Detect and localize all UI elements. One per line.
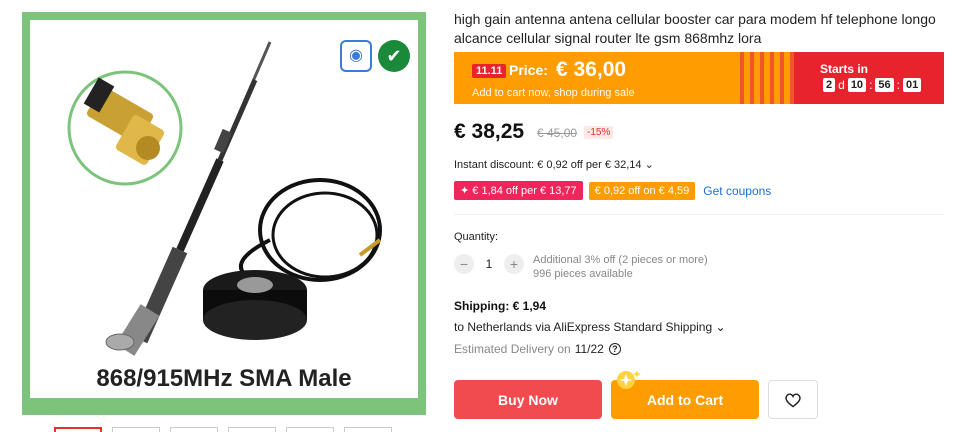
sale-badge: 11.11	[472, 64, 507, 78]
thumbnail[interactable]	[228, 427, 276, 432]
signal-badge-icon: ◉	[340, 40, 372, 72]
image-caption: 868/915MHz SMA Male	[96, 365, 352, 392]
countdown-days: 2	[823, 78, 836, 92]
thumbnail[interactable]	[54, 427, 102, 432]
discount-badge: -15%	[584, 126, 614, 139]
buy-now-button[interactable]: Buy Now	[454, 380, 602, 419]
instant-discount[interactable]: Instant discount: € 0,92 off per € 32,14…	[454, 158, 654, 171]
divider	[454, 214, 944, 215]
shipping-cost: Shipping: € 1,94	[454, 299, 547, 313]
sale-banner: 11.11 Price: € 36,00 Add to cart now, sh…	[454, 52, 944, 104]
antenna-illustration	[67, 41, 382, 356]
quantity-label: Quantity:	[454, 231, 499, 243]
coupon-tag[interactable]: € 0,92 off on € 4,59	[588, 181, 696, 200]
product-image[interactable]: ◉ ✔ 868/915MHz SMA Male	[30, 20, 418, 398]
bulk-discount-text: Additional 3% off (2 pieces or more)	[533, 254, 708, 266]
shipping-destination[interactable]: to Netherlands via AliExpress Standard S…	[454, 320, 726, 334]
product-title: high gain antenna antena cellular booste…	[454, 11, 936, 46]
thumbnail[interactable]	[286, 427, 334, 432]
thumbnail[interactable]	[170, 427, 218, 432]
countdown-hours: 10	[847, 78, 867, 92]
estimated-delivery: Estimated Delivery on 11/22 ?	[454, 342, 621, 356]
heart-icon	[785, 392, 801, 407]
countdown-minutes: 56	[875, 78, 894, 92]
coupon-row: ✦ € 1,84 off per € 13,77 € 0,92 off on €…	[454, 181, 771, 200]
countdown-label: Starts in	[820, 62, 869, 76]
delivery-date: 11/22	[574, 342, 604, 356]
stock-text: 996 pieces available	[533, 268, 633, 280]
promo-subtitle: Add to cart now, shop during sale	[472, 87, 635, 99]
countdown-timer: 2 d 10: 56: 01	[820, 78, 924, 92]
current-price: € 38,25	[454, 120, 525, 143]
quantity-info: Additional 3% off (2 pieces or more) 996…	[533, 253, 708, 281]
quality-check-icon: ✔	[378, 40, 410, 72]
quantity-input[interactable]: 1	[474, 257, 504, 271]
countdown-days-label: d	[838, 78, 845, 92]
delivery-label: Estimated Delivery on	[454, 342, 571, 356]
thumbnail-strip	[54, 427, 392, 432]
coupon-tag[interactable]: ✦ € 1,84 off per € 13,77	[454, 181, 583, 200]
original-price: € 45,00	[537, 126, 578, 140]
thumbnail[interactable]	[112, 427, 160, 432]
sparkle-icon	[617, 370, 641, 389]
quantity-decrease-button[interactable]: −	[454, 254, 474, 274]
promo-price-value: € 36,00	[556, 58, 627, 81]
get-coupons-link[interactable]: Get coupons	[703, 184, 771, 198]
help-icon[interactable]: ?	[608, 343, 621, 355]
promo-price-label: Price:	[509, 62, 548, 78]
countdown-seconds: 01	[903, 78, 922, 92]
quantity-increase-button[interactable]: +	[504, 254, 524, 274]
product-image-frame: ◉ ✔ 868/915MHz SMA Male	[22, 12, 426, 415]
wishlist-button[interactable]	[768, 380, 818, 419]
quantity-stepper: − 1 +	[454, 254, 524, 274]
thumbnail[interactable]	[344, 427, 392, 432]
